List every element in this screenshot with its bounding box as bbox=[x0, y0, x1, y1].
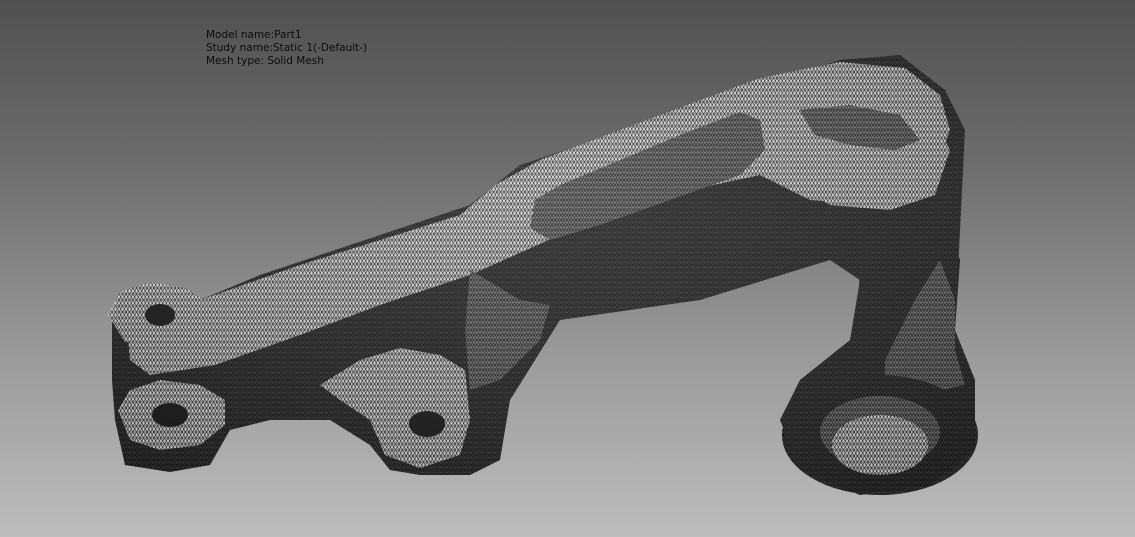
study-info-annotation: Model name:Part1 Study name:Static 1(-De… bbox=[206, 29, 367, 68]
study-name-label: Study name:Static 1(-Default-) bbox=[206, 42, 368, 54]
graphics-viewport[interactable]: Model name:Part1 Study name:Static 1(-De… bbox=[0, 0, 1135, 537]
part-shading-overlay bbox=[112, 55, 975, 495]
model-name-label: Model name:Part1 bbox=[206, 29, 302, 41]
mesh-type-label: Mesh type: Solid Mesh bbox=[206, 55, 324, 67]
meshed-part-model[interactable] bbox=[0, 0, 1135, 537]
